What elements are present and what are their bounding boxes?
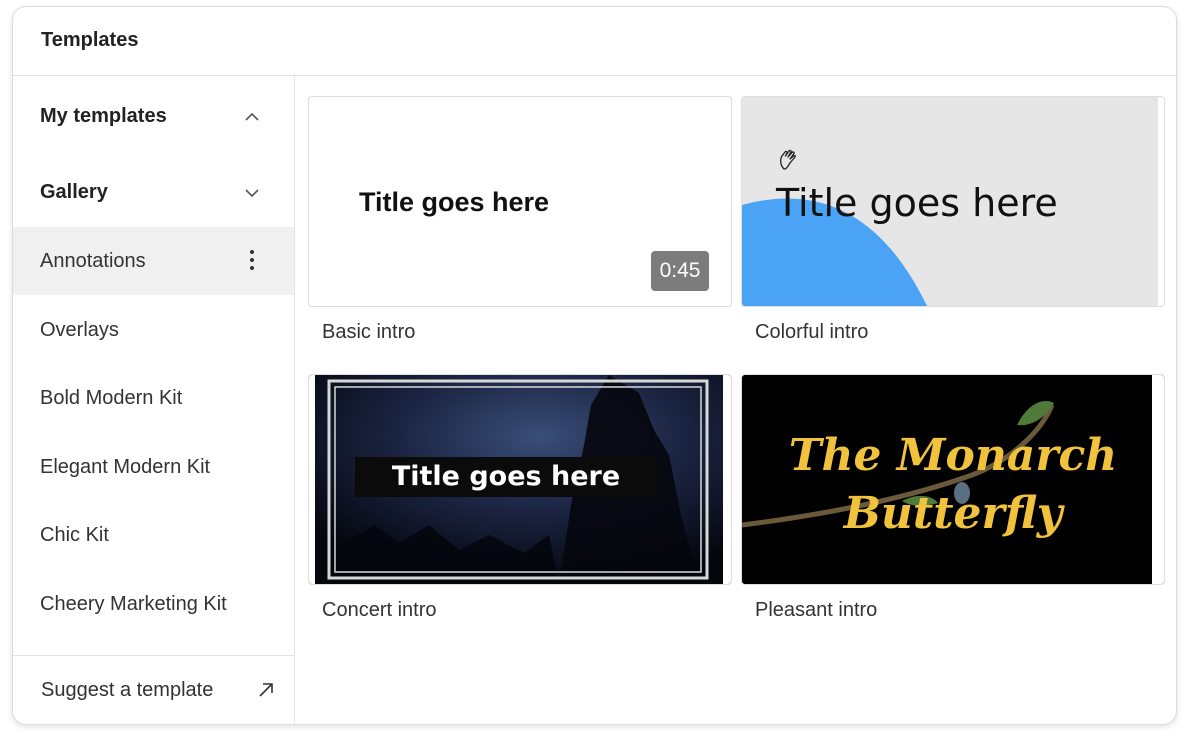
preview-title: Title goes here [776, 181, 1058, 225]
preview-title-line2: Butterfly [843, 488, 1063, 539]
chevron-down-icon [245, 189, 259, 198]
template-caption: Colorful intro [755, 321, 869, 343]
template-grid: Title goes here 0:45 Basic intro Title g… [295, 76, 1176, 724]
sidebar-item-label: Chic Kit [40, 524, 109, 546]
chevron-up-icon [245, 112, 259, 121]
suggest-label: Suggest a template [41, 679, 214, 701]
template-caption: Basic intro [322, 321, 416, 343]
section-label: Gallery [40, 181, 108, 203]
sidebar-item-annotations[interactable]: Annotations [13, 227, 294, 295]
preview-title: The Monarch Butterfly [742, 427, 1164, 543]
template-card-basic-intro[interactable]: Title goes here 0:45 Basic intro [308, 96, 732, 343]
suggest-template-link[interactable]: Suggest a template [13, 655, 294, 724]
template-thumbnail[interactable]: The Monarch Butterfly [741, 374, 1165, 585]
section-gallery[interactable]: Gallery [13, 166, 294, 218]
template-caption: Pleasant intro [755, 599, 878, 621]
sidebar-item-label: Bold Modern Kit [40, 387, 183, 409]
template-thumbnail[interactable]: Title goes here [741, 96, 1165, 307]
sidebar-item-label: Elegant Modern Kit [40, 456, 211, 478]
template-card-pleasant-intro[interactable]: The Monarch Butterfly Pleasant intro [741, 374, 1165, 621]
sidebar-item-elegant-modern-kit[interactable]: Elegant Modern Kit [13, 433, 294, 501]
more-options-icon[interactable] [245, 247, 259, 277]
template-caption: Concert intro [322, 599, 437, 621]
preview-title: Title goes here [355, 457, 657, 497]
template-thumbnail[interactable]: Title goes here [308, 374, 732, 585]
sidebar-item-label: Annotations [40, 250, 146, 272]
duration-badge: 0:45 [651, 251, 709, 291]
sidebar-item-chic-kit[interactable]: Chic Kit [13, 501, 294, 569]
sidebar-item-label: Overlays [40, 319, 119, 341]
title-bar: Templates [13, 7, 1176, 76]
template-thumbnail[interactable]: Title goes here 0:45 [308, 96, 732, 307]
section-my-templates[interactable]: My templates [13, 90, 294, 142]
window-title: Templates [41, 29, 139, 51]
sidebar: My templates Gallery Annotations Overlay… [13, 76, 295, 724]
thumbnail-edge [1158, 97, 1164, 306]
template-card-colorful-intro[interactable]: Title goes here Colorful intro [741, 96, 1165, 343]
sidebar-item-overlays[interactable]: Overlays [13, 296, 294, 364]
sidebar-item-label: Cheery Marketing Kit [40, 593, 227, 615]
preview-title: Title goes here [359, 187, 550, 217]
sidebar-item-cheery-marketing-kit[interactable]: Cheery Marketing Kit [13, 570, 294, 638]
template-card-concert-intro[interactable]: Title goes here Concert intro [308, 374, 732, 621]
external-link-arrow-icon [259, 683, 273, 697]
templates-window: Templates My templates Gallery Annotatio… [12, 6, 1177, 725]
waving-hand-icon [780, 149, 796, 170]
sidebar-item-bold-modern-kit[interactable]: Bold Modern Kit [13, 364, 294, 432]
preview-title-line1: The Monarch [788, 430, 1118, 481]
section-label: My templates [40, 105, 167, 127]
